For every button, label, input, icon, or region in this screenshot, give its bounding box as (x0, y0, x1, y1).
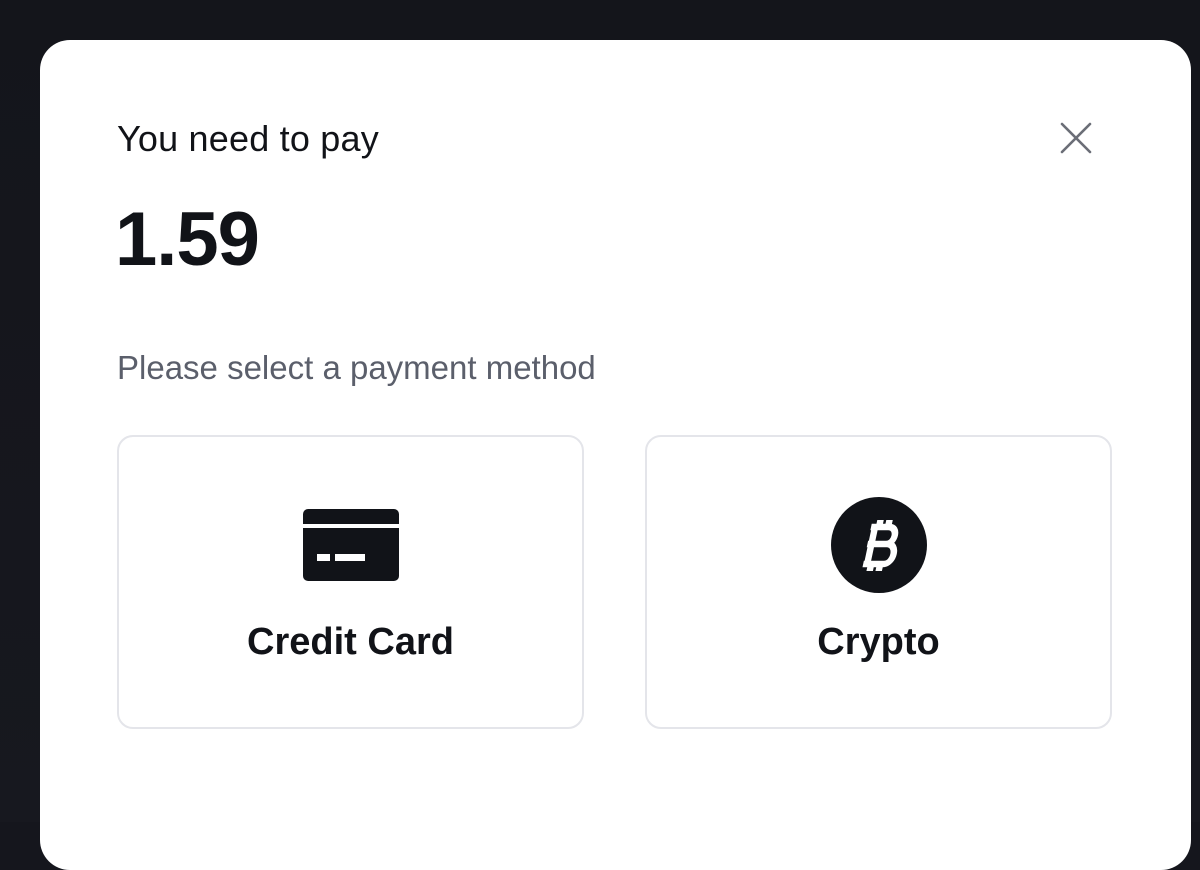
modal-title: You need to pay (117, 118, 379, 159)
bitcoin-icon (829, 495, 929, 595)
credit-card-icon (301, 495, 401, 595)
payment-modal: You need to pay 1.59 Please select a pay… (40, 40, 1191, 870)
crypto-label: Crypto (817, 621, 940, 663)
close-icon (1060, 122, 1092, 154)
payment-method-prompt: Please select a payment method (117, 349, 596, 386)
credit-card-label: Credit Card (247, 621, 454, 663)
close-button[interactable] (1054, 116, 1098, 160)
payment-amount: 1.59 (115, 197, 260, 282)
credit-card-option[interactable]: Credit Card (117, 435, 584, 729)
crypto-option[interactable]: Crypto (645, 435, 1112, 729)
